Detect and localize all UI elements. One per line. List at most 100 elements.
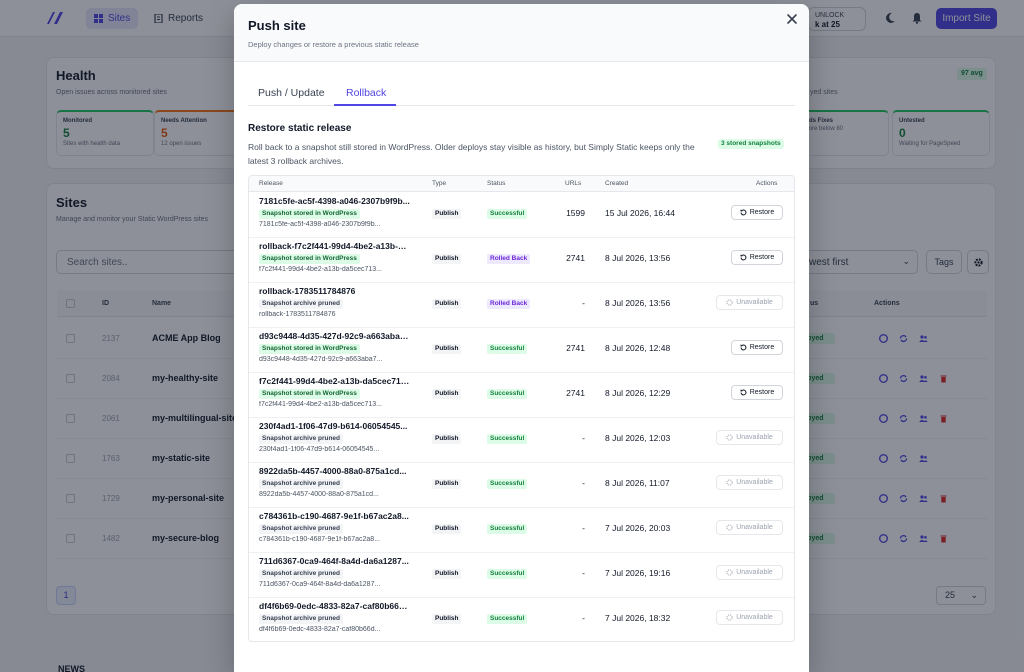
release-row: rollback-f7c2f441-99d4-4be2-a13b-da5cec7…: [249, 238, 794, 283]
snapshot-note: Snapshot archive pruned: [259, 524, 344, 534]
release-name: 711d6367-0ca9-464f-8a4d-da6a1287...: [259, 556, 409, 566]
type-badge: Publish: [432, 569, 462, 579]
release-id: d93c9448-4d35-427d-92c9-a663aba7...: [259, 356, 383, 363]
url-count: -: [582, 298, 585, 308]
status-badge: Rolled Back: [487, 254, 531, 264]
action-label: Unavailable: [736, 434, 773, 441]
restore-button[interactable]: Restore: [731, 250, 783, 265]
unavailable-button: Unavailable: [716, 295, 783, 310]
created-date: 8 Jul 2026, 12:29: [605, 388, 671, 398]
restore-icon: [740, 254, 747, 261]
unavailable-button: Unavailable: [716, 610, 783, 625]
release-id: 8922da5b-4457-4000-88a0-875a1cd...: [259, 491, 379, 498]
created-date: 8 Jul 2026, 11:07: [605, 478, 670, 488]
release-name: 230f4ad1-1f06-47d9-b614-06054545...: [259, 421, 408, 431]
snapshot-note: Snapshot stored in WordPress: [259, 389, 360, 399]
type-badge: Publish: [432, 299, 462, 309]
release-row: rollback-1783511784876 Snapshot archive p…: [249, 283, 794, 328]
type-badge: Publish: [432, 389, 462, 399]
modal-tabs: Push / Update Rollback: [248, 82, 795, 106]
snapshot-note: Snapshot archive pruned: [259, 614, 344, 624]
release-id: 230f4ad1-1f06-47d9-b614-06054545...: [259, 446, 380, 453]
release-row: d93c9448-4d35-427d-92c9-a663aba7... Snaps…: [249, 328, 794, 373]
release-name: 8922da5b-4457-4000-88a0-875a1cd...: [259, 466, 407, 476]
status-badge: Successful: [487, 389, 528, 399]
restore-button[interactable]: Restore: [731, 385, 783, 400]
tab-push-update[interactable]: Push / Update: [258, 87, 325, 99]
restore-button[interactable]: Restore: [731, 340, 783, 355]
status-badge: Successful: [487, 209, 528, 219]
release-row: c784361b-c190-4687-9e1f-b67ac2a8... Snaps…: [249, 508, 794, 553]
type-badge: Publish: [432, 209, 462, 219]
status-badge: Successful: [487, 614, 528, 624]
snapshot-note: Snapshot archive pruned: [259, 479, 344, 489]
type-badge: Publish: [432, 614, 462, 624]
releases-table-header: Release Type Status URLs Created Actions: [249, 176, 794, 192]
release-id: c784361b-c190-4687-9e1f-b67ac2a8...: [259, 536, 381, 543]
unavailable-icon: [726, 524, 733, 531]
created-date: 8 Jul 2026, 13:56: [605, 253, 671, 263]
type-badge: Publish: [432, 344, 462, 354]
release-row: 7181c5fe-ac5f-4398-a046-2307b9f9b... Snap…: [249, 193, 794, 238]
url-count: -: [582, 613, 585, 623]
release-id: rollback-1783511784876: [259, 311, 336, 318]
column-urls: URLs: [565, 180, 582, 187]
status-badge: Successful: [487, 344, 528, 354]
created-date: 7 Jul 2026, 20:03: [605, 523, 671, 533]
type-badge: Publish: [432, 434, 462, 444]
release-id: f7c2f441-99d4-4be2-a13b-da5cec713...: [259, 401, 382, 408]
release-row: f7c2f441-99d4-4be2-a13b-da5cec713... Snap…: [249, 373, 794, 418]
close-icon[interactable]: [785, 12, 799, 26]
snapshot-note: Snapshot archive pruned: [259, 569, 344, 579]
url-count: 2741: [566, 388, 585, 398]
snapshot-note: Snapshot stored in WordPress: [259, 209, 360, 219]
section-description: Roll back to a snapshot still stored in …: [248, 142, 695, 166]
restore-icon: [740, 344, 747, 351]
created-date: 8 Jul 2026, 12:48: [605, 343, 671, 353]
release-id: df4f6b69-0edc-4833-82a7-caf80b66d...: [259, 626, 381, 633]
column-created: Created: [605, 180, 629, 187]
modal-subtitle: Deploy changes or restore a previous sta…: [248, 40, 419, 49]
url-count: -: [582, 568, 585, 578]
unavailable-button: Unavailable: [716, 520, 783, 535]
release-name: df4f6b69-0edc-4833-82a7-caf80b66d...: [259, 601, 411, 611]
release-name: rollback-f7c2f441-99d4-4be2-a13b-da5cec7…: [259, 241, 411, 251]
action-label: Restore: [749, 254, 775, 261]
release-name: d93c9448-4d35-427d-92c9-a663aba7...: [259, 331, 411, 341]
unavailable-icon: [726, 479, 733, 486]
column-release: Release: [259, 180, 283, 187]
releases-table: Release Type Status URLs Created Actions…: [248, 175, 795, 642]
snapshot-note: Snapshot stored in WordPress: [259, 254, 360, 264]
status-badge: Successful: [487, 569, 528, 579]
restore-button[interactable]: Restore: [731, 205, 783, 220]
snapshot-note: Snapshot archive pruned: [259, 434, 344, 444]
active-tab-indicator: [334, 104, 396, 106]
unavailable-icon: [726, 614, 733, 621]
release-id: f7c2f441-99d4-4be2-a13b-da5cec713...: [259, 266, 382, 273]
restore-icon: [740, 389, 747, 396]
unavailable-icon: [726, 434, 733, 441]
modal-title: Push site: [248, 18, 306, 33]
action-label: Unavailable: [736, 299, 773, 306]
push-site-modal: Push site Deploy changes or restore a pr…: [234, 4, 809, 672]
action-label: Unavailable: [736, 614, 773, 621]
release-row: 8922da5b-4457-4000-88a0-875a1cd... Snapsh…: [249, 463, 794, 508]
url-count: -: [582, 433, 585, 443]
url-count: 2741: [566, 253, 585, 263]
release-id: 711d6367-0ca9-464f-8a4d-da6a1287...: [259, 581, 381, 588]
release-name: 7181c5fe-ac5f-4398-a046-2307b9f9b...: [259, 196, 410, 206]
created-date: 7 Jul 2026, 18:32: [605, 613, 671, 623]
unavailable-button: Unavailable: [716, 565, 783, 580]
unavailable-button: Unavailable: [716, 475, 783, 490]
created-date: 7 Jul 2026, 19:16: [605, 568, 671, 578]
type-badge: Publish: [432, 524, 462, 534]
stored-snapshots-badge: 3 stored snapshots: [718, 139, 784, 149]
unavailable-button: Unavailable: [716, 430, 783, 445]
action-label: Restore: [749, 209, 775, 216]
action-label: Unavailable: [736, 479, 773, 486]
release-row: 230f4ad1-1f06-47d9-b614-06054545... Snaps…: [249, 418, 794, 463]
snapshot-note: Snapshot stored in WordPress: [259, 344, 360, 354]
tab-rollback[interactable]: Rollback: [346, 87, 386, 99]
status-badge: Rolled Back: [487, 299, 531, 309]
url-count: -: [582, 478, 585, 488]
